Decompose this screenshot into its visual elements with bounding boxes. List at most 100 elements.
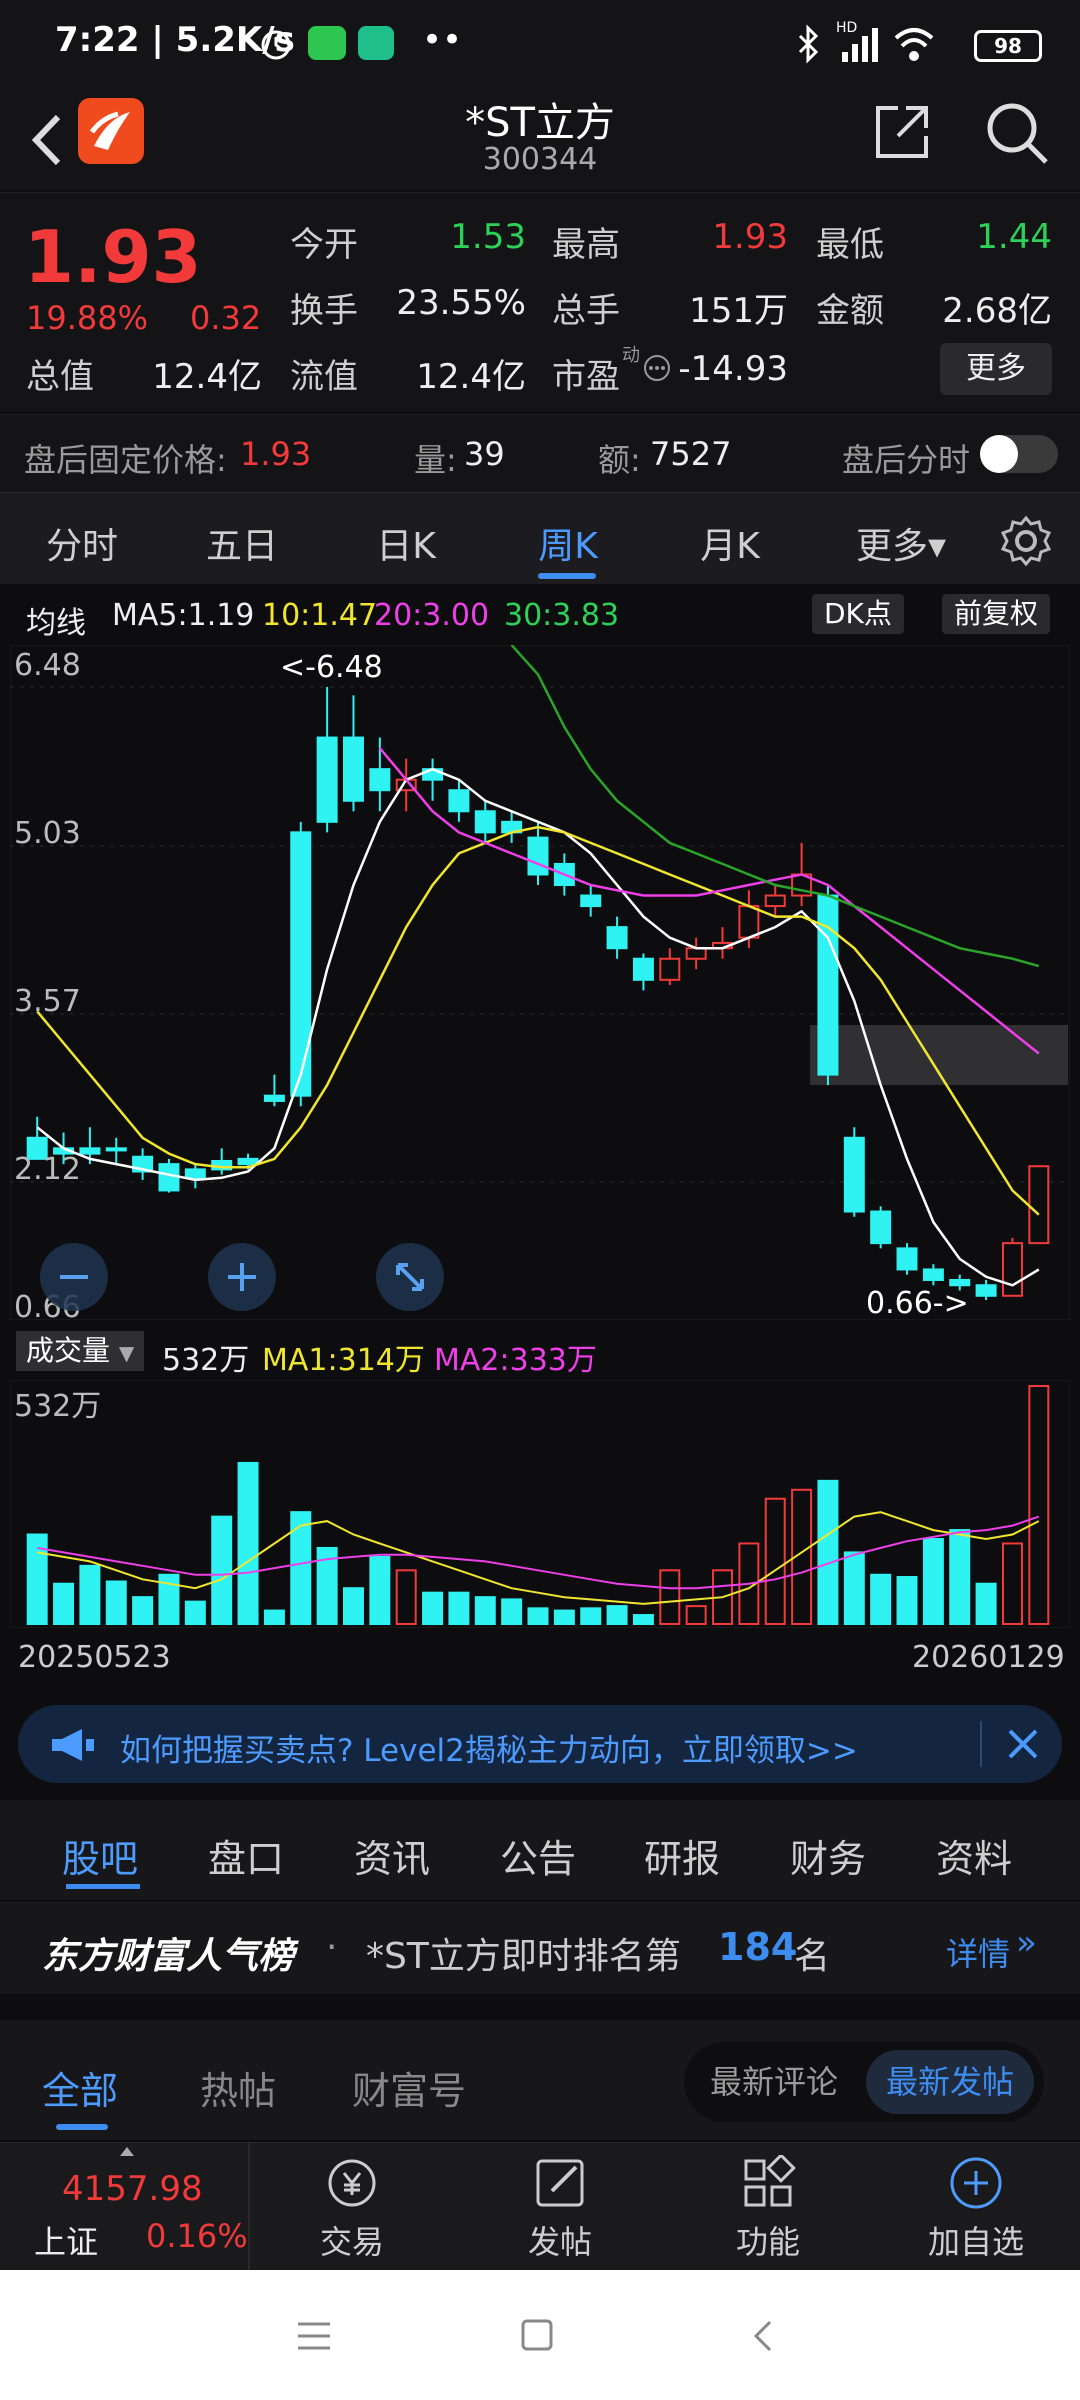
candle	[896, 1247, 918, 1271]
tab-research[interactable]: 研报	[644, 1828, 720, 1883]
grid-icon[interactable]	[688, 2155, 848, 2211]
volume-bar	[105, 1580, 127, 1625]
volume-bar	[79, 1564, 101, 1625]
dk-point-button[interactable]: DK点	[812, 594, 904, 634]
volume-bar	[553, 1609, 575, 1626]
rank-text: *ST立方即时排名第	[366, 1936, 681, 1977]
popularity-rank[interactable]: 东方财富人气榜 · *ST立方即时排名第 184 名 详情 »	[0, 1902, 1080, 1994]
amount-value: 2.68亿	[942, 291, 1052, 331]
adjust-button[interactable]: 前复权	[942, 594, 1051, 634]
fullscreen-button[interactable]	[376, 1243, 444, 1311]
tab-five-day[interactable]: 五日	[200, 517, 284, 569]
sort-latest-post[interactable]: 最新发帖	[866, 2050, 1035, 2114]
volume-bar	[53, 1582, 75, 1626]
candle	[738, 905, 760, 939]
candle	[580, 894, 602, 908]
chart-frame	[10, 645, 1070, 1320]
hd-label: HD	[836, 20, 858, 36]
filter-all[interactable]: 全部	[42, 2060, 118, 2115]
bluetooth-icon	[798, 24, 819, 64]
search-icon[interactable]	[984, 100, 1050, 166]
open-value: 1.53	[450, 217, 526, 257]
more-button[interactable]: 更多	[940, 343, 1052, 395]
rank-dot: ·	[326, 1927, 338, 1968]
nav-functions[interactable]: 功能	[688, 2217, 848, 2263]
change-percent: 19.88%	[26, 299, 149, 337]
zoom-out-button[interactable]	[40, 1243, 108, 1311]
close-icon[interactable]	[1006, 1727, 1040, 1761]
tab-news[interactable]: 资讯	[354, 1828, 430, 1883]
menu-icon[interactable]	[296, 2320, 332, 2352]
pe-label: 市盈	[552, 357, 620, 397]
last-price: 1.93	[24, 215, 202, 299]
tab-daily-k[interactable]: 日K	[364, 517, 448, 569]
after-hours-toggle[interactable]	[980, 435, 1058, 473]
wifi-icon	[894, 28, 934, 61]
filter-underline	[56, 2124, 108, 2130]
tab-monthly-k[interactable]: 月K	[688, 517, 772, 569]
volume-bar	[527, 1607, 549, 1625]
volume-bar	[1001, 1542, 1023, 1625]
tab-financials[interactable]: 财务	[790, 1828, 866, 1883]
stock-header: *ST立方 300344	[0, 90, 1080, 190]
nav-add-watchlist[interactable]: 加自选	[896, 2217, 1056, 2263]
float-label: 流值	[290, 357, 358, 397]
volume-bar	[659, 1569, 681, 1626]
volume-ma2: MA2:333万	[434, 1343, 597, 1378]
plus-circle-icon[interactable]	[896, 2155, 1056, 2211]
index-value: 4157.98	[62, 2169, 203, 2209]
rank-detail-link[interactable]: 详情	[946, 1929, 1010, 1975]
volume-bar	[975, 1582, 997, 1626]
candle	[949, 1278, 971, 1287]
candlestick-chart[interactable]: 6.48 5.03 3.57 2.12 0.66 <-6.48 0.66->	[10, 645, 1070, 1320]
tab-more[interactable]: 更多▾	[846, 517, 956, 569]
battery-indicator: 98	[974, 30, 1042, 62]
candle	[316, 736, 338, 823]
share-icon[interactable]	[872, 102, 932, 162]
candle	[105, 1147, 127, 1152]
candle	[237, 1157, 259, 1166]
alarm-icon	[261, 30, 291, 60]
y-axis-tick-2: 5.03	[14, 816, 81, 851]
ma5-value: MA5:1.19	[112, 598, 255, 633]
tab-forum[interactable]: 股吧	[62, 1828, 138, 1883]
candle	[685, 947, 707, 960]
tab-weekly-k[interactable]: 周K	[526, 517, 610, 569]
megaphone-icon	[52, 1729, 94, 1761]
filter-hot[interactable]: 热帖	[200, 2060, 276, 2115]
sort-latest-comment[interactable]: 最新评论	[690, 2050, 858, 2114]
index-widget[interactable]: 4157.98 上证 0.16%	[0, 2143, 248, 2271]
bottom-nav: 4157.98 上证 0.16% 交易 发帖 功能 加自选	[0, 2142, 1080, 2271]
home-icon[interactable]	[520, 2318, 554, 2352]
open-label: 今开	[290, 225, 358, 265]
caret-down-icon: ▼	[118, 1341, 135, 1365]
filter-fortune[interactable]: 财富号	[352, 2060, 466, 2115]
tab-profile[interactable]: 资料	[936, 1828, 1012, 1883]
volume-ma1: MA1:314万	[262, 1343, 425, 1378]
back-nav-icon[interactable]	[748, 2318, 778, 2354]
volume-bar	[922, 1538, 944, 1625]
indicator-select[interactable]: 成交量 ▼	[16, 1331, 145, 1371]
toggle-knob	[980, 435, 1018, 473]
amount-label: 金额	[816, 291, 884, 331]
tab-intraday[interactable]: 分时	[40, 517, 124, 569]
tab-order-book[interactable]: 盘口	[208, 1828, 284, 1883]
y-axis-tick-3: 3.57	[14, 984, 81, 1019]
zoom-in-button[interactable]	[208, 1243, 276, 1311]
tab-announcements[interactable]: 公告	[500, 1828, 576, 1883]
candle	[79, 1147, 101, 1155]
gear-icon[interactable]	[1000, 515, 1052, 567]
promo-banner[interactable]: 如何把握买卖点? Level2揭秘主力动向，立即领取>>	[18, 1705, 1062, 1783]
nav-post[interactable]: 发帖	[480, 2217, 640, 2263]
caret-up-icon	[120, 2147, 134, 2156]
candle	[659, 957, 681, 981]
candle	[870, 1210, 892, 1245]
change-amount: 0.32	[190, 299, 262, 337]
edit-icon[interactable]	[480, 2155, 640, 2211]
low-value: 1.44	[976, 217, 1052, 257]
yuan-trade-icon[interactable]	[272, 2155, 432, 2211]
banner-text: 如何把握买卖点? Level2揭秘主力动向，立即领取>>	[120, 1733, 858, 1769]
rank-brand: 东方财富人气榜	[42, 1936, 295, 1977]
volume-chart[interactable]: 532万	[10, 1380, 1070, 1628]
nav-trade[interactable]: 交易	[272, 2217, 432, 2263]
